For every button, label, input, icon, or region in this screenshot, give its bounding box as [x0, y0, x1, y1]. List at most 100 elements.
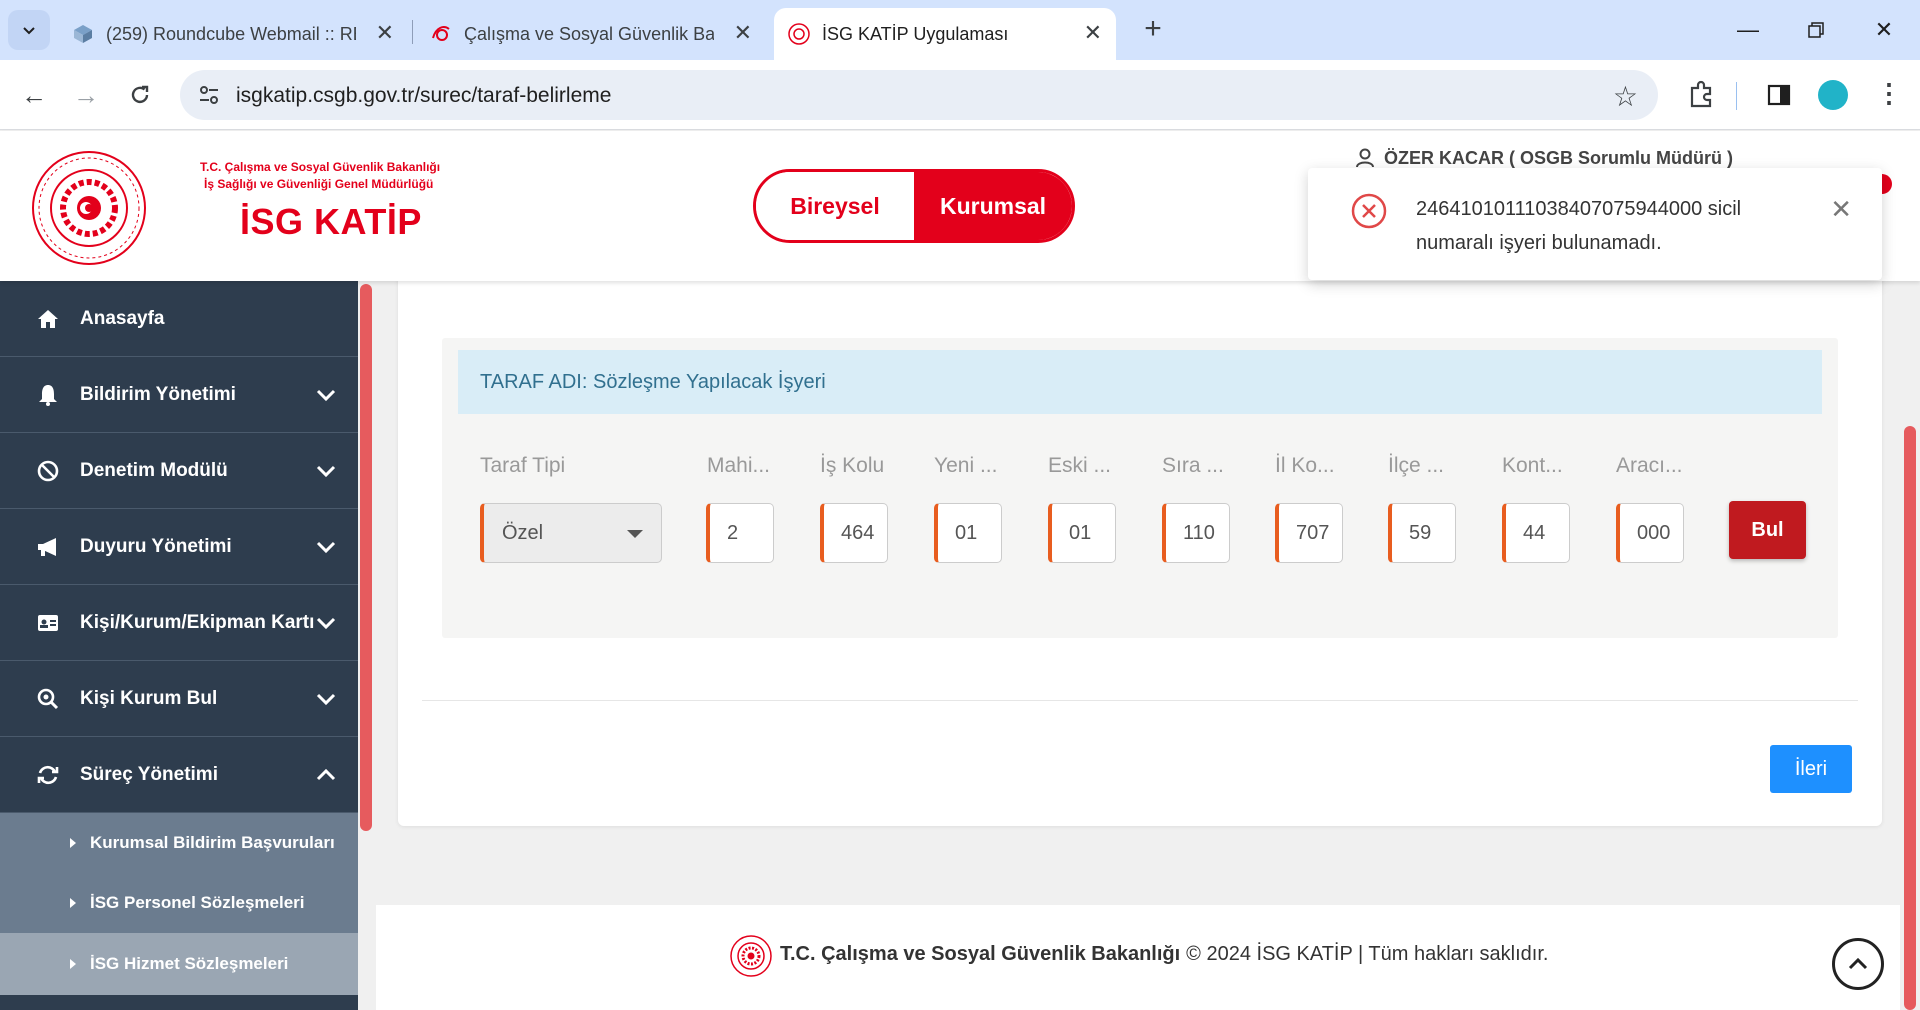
chevron-down-icon	[316, 389, 336, 401]
sidebar-item-label: Kişi/Kurum/Ekipman Kartı	[80, 611, 315, 633]
refresh-icon	[36, 763, 60, 787]
user-icon	[1356, 148, 1374, 168]
il-kodu-input[interactable]: 707	[1275, 503, 1343, 563]
tab-search-button[interactable]	[8, 10, 50, 50]
sidebar-subitem-label: İSG Personel Sözleşmeleri	[90, 893, 305, 912]
back-icon[interactable]: ←	[16, 77, 52, 113]
minimize-icon[interactable]: —	[1728, 12, 1768, 48]
browser-tab-csgb[interactable]: Çalışma ve Sosyal Güvenlik Bak ✕	[416, 8, 766, 60]
sidebar-item-anasayfa[interactable]: Anasayfa	[0, 281, 358, 357]
ilce-input[interactable]: 59	[1388, 503, 1456, 563]
reload-icon[interactable]	[122, 77, 158, 113]
scroll-to-top-button[interactable]	[1832, 938, 1884, 990]
is-kolu-input[interactable]: 464	[820, 503, 888, 563]
id-card-icon	[36, 611, 60, 635]
sidebar-item-surec[interactable]: Süreç Yönetimi	[0, 737, 358, 813]
label-kontrol: Kont...	[1502, 454, 1563, 477]
label-il-kodu: İl Ko...	[1275, 454, 1335, 477]
eski-input[interactable]: 01	[1048, 503, 1116, 563]
sira-input[interactable]: 110	[1162, 503, 1230, 563]
label-sira: Sıra ...	[1162, 454, 1224, 477]
chevron-down-icon	[316, 693, 336, 705]
browser-menu-icon[interactable]: ⋮	[1876, 78, 1902, 108]
home-icon	[36, 307, 60, 331]
yeni-input[interactable]: 01	[934, 503, 1002, 563]
caret-right-icon	[70, 959, 76, 969]
site-settings-icon[interactable]	[198, 84, 220, 106]
tab-title: Çalışma ve Sosyal Güvenlik Bak	[464, 23, 714, 44]
bookmark-star-icon[interactable]: ☆	[1613, 80, 1638, 113]
new-tab-button[interactable]: +	[1138, 12, 1168, 48]
chevron-up-icon	[316, 768, 336, 780]
mode-toggle: Bireysel Kurumsal	[753, 169, 1075, 243]
sidebar-item-label: Bildirim Yönetimi	[80, 383, 236, 405]
sidebar-item-label: Anasayfa	[80, 307, 165, 329]
profile-avatar[interactable]	[1818, 80, 1848, 110]
ministry-seal-logo[interactable]	[30, 149, 148, 267]
close-tab-icon[interactable]: ✕	[734, 22, 752, 44]
next-button[interactable]: İleri	[1770, 745, 1852, 793]
sidebar-subitem-kurumsal-bildirim[interactable]: Kurumsal Bildirim Başvuruları	[0, 813, 358, 873]
bell-icon	[36, 383, 60, 407]
sidebar-item-denetim[interactable]: Denetim Modülü	[0, 433, 358, 509]
chevron-down-icon	[23, 27, 35, 35]
user-menu[interactable]: ÖZER KACAR ( OSGB Sorumlu Müdürü )	[1354, 147, 1733, 169]
sidebar-subitem-label: Kurumsal Bildirim Başvuruları	[90, 833, 335, 852]
chevron-down-icon	[316, 465, 336, 477]
mahiyet-input[interactable]: 2	[706, 503, 774, 563]
sidebar-item-label: Kişi Kurum Bul	[80, 687, 218, 709]
sidebar-item-label: Süreç Yönetimi	[80, 763, 218, 785]
araci-input[interactable]: 000	[1616, 503, 1684, 563]
tab-title: İSG KATİP Uygulaması	[822, 23, 1009, 44]
label-araci: Aracı...	[1616, 454, 1683, 477]
close-tab-icon[interactable]: ✕	[376, 22, 394, 44]
sidebar-item-duyuru[interactable]: Duyuru Yönetimi	[0, 509, 358, 585]
close-window-icon[interactable]: ✕	[1864, 12, 1904, 48]
tab-title: (259) Roundcube Webmail :: RE	[106, 23, 356, 44]
roundcube-icon	[72, 23, 94, 45]
brand-title[interactable]: İSG KATİP	[240, 201, 422, 243]
url-field[interactable]: isgkatip.csgb.gov.tr/surec/taraf-belirle…	[180, 70, 1658, 120]
sidebar-subitem-isg-personel[interactable]: İSG Personel Sözleşmeleri	[0, 873, 358, 933]
sidebar-item-kisi-kurum-bul[interactable]: Kişi Kurum Bul	[0, 661, 358, 737]
browser-tab-bar: (259) Roundcube Webmail :: RE ✕ Çalışma …	[0, 0, 1920, 60]
toggle-bireysel[interactable]: Bireysel	[756, 172, 914, 240]
label-yeni: Yeni ...	[934, 454, 998, 477]
taraf-tipi-value: Özel	[502, 522, 544, 544]
user-name: ÖZER KACAR ( OSGB Sorumlu Müdürü )	[1384, 147, 1733, 168]
org-name-line1: T.C. Çalışma ve Sosyal Güvenlik Bakanlığ…	[200, 160, 441, 174]
sidebar-subitem-isg-hizmet[interactable]: İSG Hizmet Sözleşmeleri	[0, 933, 358, 995]
url-text: isgkatip.csgb.gov.tr/surec/taraf-belirle…	[236, 84, 612, 107]
sidebar-scrollbar-thumb[interactable]	[360, 284, 372, 831]
error-toast: 24641010111038407075944000 sicil numaral…	[1308, 168, 1882, 280]
side-panel-icon[interactable]	[1762, 78, 1796, 112]
chevron-up-icon	[1848, 957, 1868, 970]
footer-copyright: © 2024 İSG KATİP | Tüm hakları saklıdır.	[1186, 943, 1549, 965]
ban-icon	[36, 459, 60, 483]
kontrol-input[interactable]: 44	[1502, 503, 1570, 563]
panel-title: TARAF ADI: Sözleşme Yapılacak İşyeri	[458, 350, 1822, 414]
close-toast-icon[interactable]: ✕	[1830, 196, 1852, 222]
toast-message: 24641010111038407075944000 sicil numaral…	[1416, 198, 1742, 254]
extensions-icon[interactable]	[1684, 78, 1718, 112]
chevron-down-icon	[316, 541, 336, 553]
divider	[422, 700, 1858, 701]
caret-right-icon	[70, 838, 76, 848]
sidebar-item-kisi-kurum-kart[interactable]: Kişi/Kurum/Ekipman Kartı	[0, 585, 358, 661]
error-circle-icon	[1351, 193, 1387, 229]
browser-tab-roundcube[interactable]: (259) Roundcube Webmail :: RE ✕	[58, 8, 408, 60]
browser-tab-isgkatip[interactable]: İSG KATİP Uygulaması ✕	[774, 8, 1116, 60]
restore-icon[interactable]	[1796, 12, 1836, 48]
sidebar-item-bildirim[interactable]: Bildirim Yönetimi	[0, 357, 358, 433]
sidebar-subitem-label: İSG Hizmet Sözleşmeleri	[90, 954, 289, 973]
sidebar-item-label: Duyuru Yönetimi	[80, 535, 232, 557]
taraf-tipi-select[interactable]: Özel	[480, 503, 662, 563]
isg-seal-icon	[788, 23, 810, 45]
page-scrollbar-thumb[interactable]	[1904, 426, 1916, 1010]
search-button[interactable]: Bul	[1729, 501, 1806, 559]
close-tab-icon[interactable]: ✕	[1084, 22, 1102, 44]
search-icon	[36, 687, 60, 711]
sidebar-nav: Anasayfa Bildirim Yönetimi Denetim Modül…	[0, 281, 358, 1010]
toggle-kurumsal[interactable]: Kurumsal	[914, 172, 1072, 240]
forward-icon[interactable]: →	[68, 77, 104, 113]
